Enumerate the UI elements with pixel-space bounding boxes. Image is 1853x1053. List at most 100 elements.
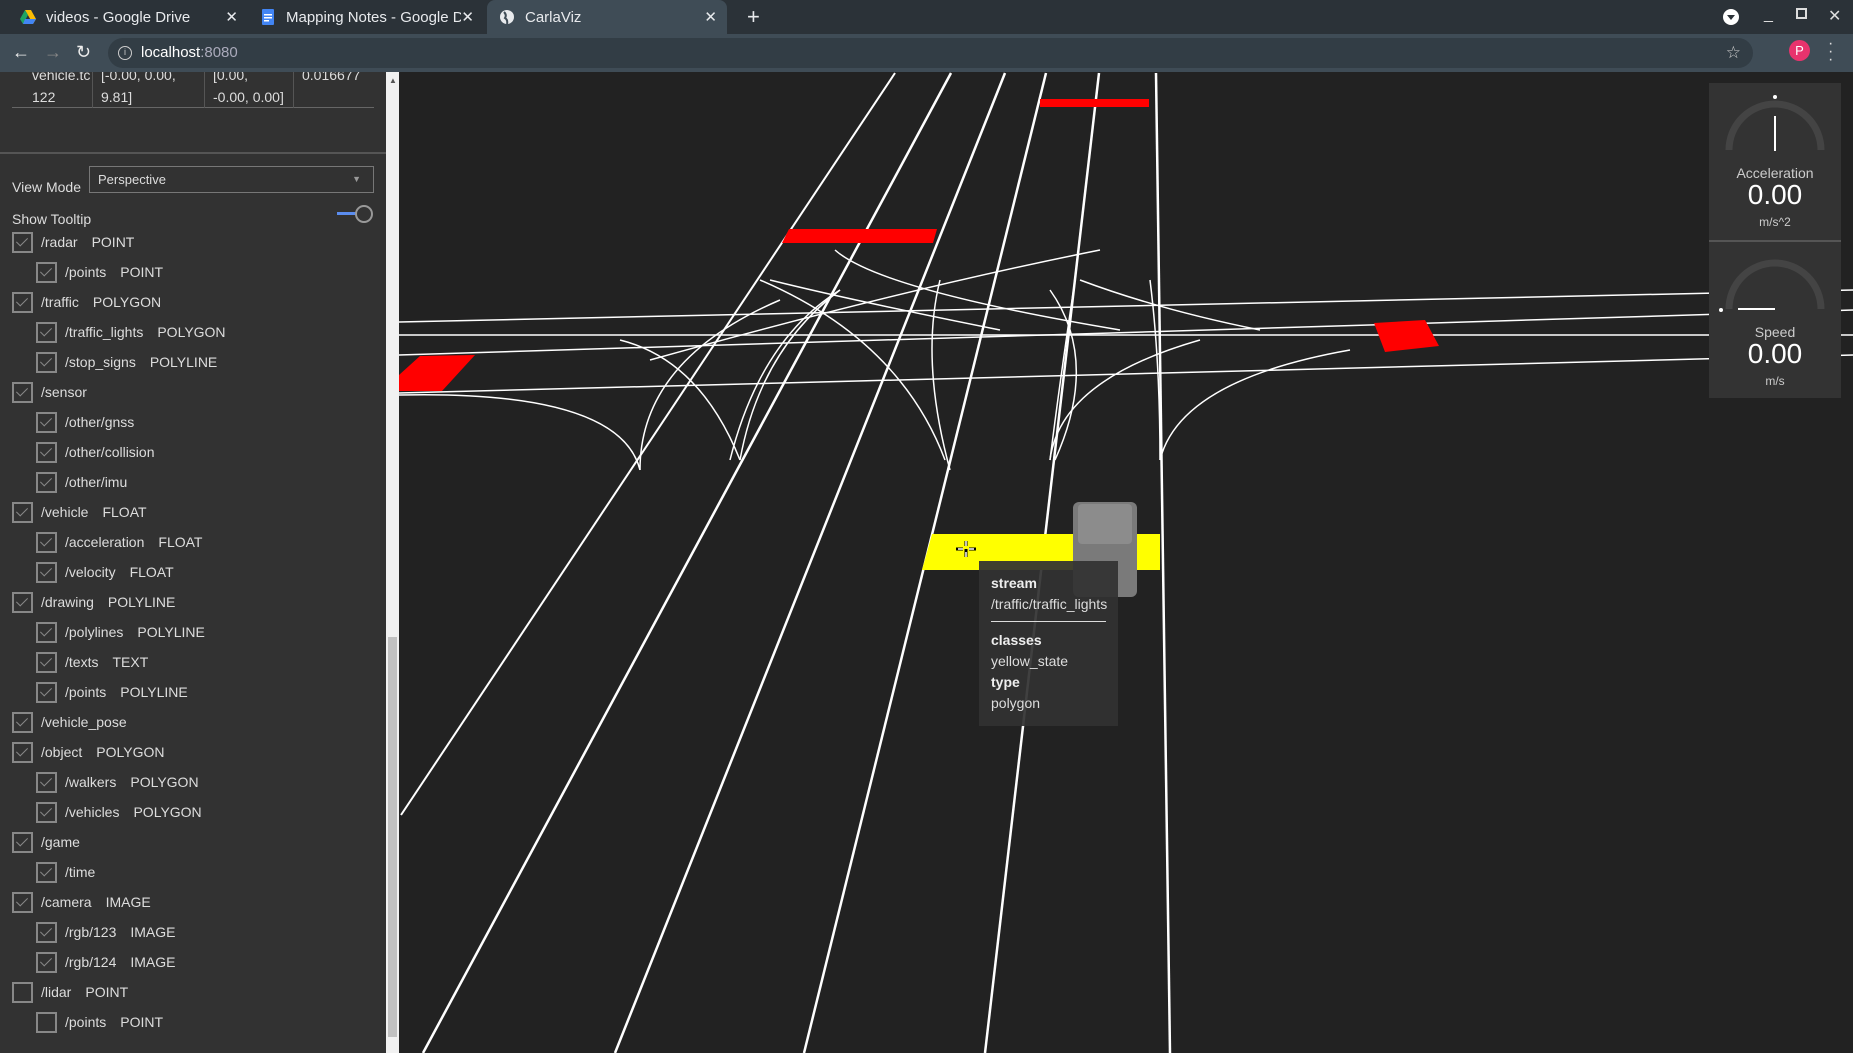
stream-checkbox[interactable]	[36, 561, 57, 583]
tooltip-key: classes	[991, 632, 1042, 648]
red-traffic-lights	[399, 99, 1439, 391]
stream-checkbox[interactable]	[36, 621, 57, 643]
stream-checkbox[interactable]	[36, 651, 57, 673]
stream-checkbox[interactable]	[36, 771, 57, 793]
minimize-button[interactable]: _	[1764, 6, 1773, 24]
stream-checkbox[interactable]	[36, 1011, 57, 1033]
chevron-down-icon: ▼	[352, 174, 361, 184]
stream-checkbox[interactable]	[36, 441, 57, 463]
stream-item[interactable]: /rgb/124 IMAGE	[36, 951, 176, 973]
sidebar-scrollbar[interactable]: ▲	[386, 72, 399, 1053]
stream-item[interactable]: /points POINT	[36, 1011, 163, 1033]
stream-item[interactable]: /vehicles POLYGON	[36, 801, 202, 823]
menu-kebab-icon[interactable]: · · ·	[1828, 36, 1833, 68]
stream-item[interactable]: /points POINT	[36, 261, 163, 283]
tab-mapping-notes[interactable]: Mapping Notes - Google D ✕	[248, 0, 484, 34]
stream-item[interactable]: /radar POINT	[12, 231, 134, 253]
stream-checkbox[interactable]	[12, 891, 33, 913]
stream-checkbox[interactable]	[12, 381, 33, 403]
stream-item[interactable]: /texts TEXT	[36, 651, 148, 673]
tab-carlaviz[interactable]: CarlaViz ✕	[487, 0, 727, 34]
stream-checkbox[interactable]	[36, 951, 57, 973]
stream-item[interactable]: /game	[12, 831, 94, 853]
tab-google-drive[interactable]: videos - Google Drive ✕	[8, 0, 248, 34]
stream-checkbox[interactable]	[36, 471, 57, 493]
stream-item[interactable]: /vehicle FLOAT	[12, 501, 147, 523]
restore-button[interactable]	[1796, 8, 1807, 19]
stream-checkbox[interactable]	[36, 681, 57, 703]
stream-checkbox[interactable]	[12, 591, 33, 613]
stream-item[interactable]: /other/imu	[36, 471, 141, 493]
road-map	[399, 72, 1853, 1053]
tooltip-value: /traffic/traffic_lights	[991, 596, 1108, 612]
table-cell: 0.016677	[293, 72, 374, 108]
stream-item[interactable]: /time	[36, 861, 109, 883]
show-tooltip-toggle[interactable]	[337, 205, 373, 223]
close-tab-icon[interactable]: ✕	[704, 8, 717, 26]
stream-item[interactable]: /other/collision	[36, 441, 169, 463]
stream-checkbox[interactable]	[36, 351, 57, 373]
stream-item[interactable]: /rgb/123 IMAGE	[36, 921, 176, 943]
divider	[991, 621, 1106, 622]
stream-name: /traffic_lights	[65, 324, 144, 340]
stream-name: /vehicle	[41, 504, 89, 520]
stream-item[interactable]: /polylines POLYLINE	[36, 621, 205, 643]
stream-checkbox[interactable]	[36, 531, 57, 553]
stream-item[interactable]: /drawing POLYLINE	[12, 591, 175, 613]
close-tab-icon[interactable]: ✕	[461, 8, 474, 26]
stream-item[interactable]: /points POLYLINE	[36, 681, 188, 703]
stream-checkbox[interactable]	[36, 321, 57, 343]
stream-checkbox[interactable]	[12, 231, 33, 253]
stream-checkbox[interactable]	[36, 921, 57, 943]
acceleration-dial	[1725, 95, 1825, 151]
stream-checkbox[interactable]	[12, 831, 33, 853]
url-input[interactable]: i localhost:8080 ☆	[108, 38, 1753, 68]
close-tab-icon[interactable]: ✕	[225, 8, 238, 26]
stream-type: POLYLINE	[137, 624, 205, 640]
stream-checkbox[interactable]	[36, 411, 57, 433]
stream-item[interactable]: /other/gnss	[36, 411, 148, 433]
profile-avatar[interactable]: P	[1789, 40, 1810, 61]
stream-item[interactable]: /traffic POLYGON	[12, 291, 161, 313]
speed-gauge: Speed 0.00 m/s	[1709, 242, 1841, 399]
stream-checkbox[interactable]	[36, 861, 57, 883]
stream-item[interactable]: /velocity FLOAT	[36, 561, 174, 583]
forward-icon[interactable]: →	[44, 42, 62, 63]
scrollbar-thumb[interactable]	[388, 637, 397, 1037]
stream-item[interactable]: /stop_signs POLYLINE	[36, 351, 217, 373]
google-docs-icon	[262, 9, 274, 25]
back-icon[interactable]: ←	[12, 42, 30, 63]
stream-type: TEXT	[112, 654, 149, 670]
stream-type: IMAGE	[105, 894, 151, 910]
stream-item[interactable]: /traffic_lights POLYGON	[36, 321, 226, 343]
stream-item[interactable]: /object POLYGON	[12, 741, 164, 763]
new-tab-button[interactable]: +	[735, 0, 772, 34]
stream-item[interactable]: /acceleration FLOAT	[36, 531, 202, 553]
scroll-up-icon[interactable]: ▲	[389, 76, 397, 85]
stream-item[interactable]: /sensor	[12, 381, 101, 403]
bookmark-star-icon[interactable]: ☆	[1726, 38, 1741, 68]
close-window-button[interactable]: ✕	[1828, 6, 1841, 26]
stream-checkbox[interactable]	[12, 291, 33, 313]
stream-item[interactable]: /lidar POINT	[12, 981, 128, 1003]
stream-checkbox[interactable]	[12, 711, 33, 733]
stream-checkbox[interactable]	[12, 981, 33, 1003]
stream-item[interactable]: /camera IMAGE	[12, 891, 151, 913]
map-viewport[interactable]	[399, 72, 1853, 1053]
reload-icon[interactable]: ↻	[76, 42, 91, 63]
stream-checkbox[interactable]	[36, 801, 57, 823]
stream-checkbox[interactable]	[12, 501, 33, 523]
stream-item[interactable]: /walkers POLYGON	[36, 771, 199, 793]
stream-checkbox[interactable]	[36, 261, 57, 283]
stream-type: POINT	[91, 234, 135, 250]
view-mode-select[interactable]: Perspective ▼	[89, 166, 374, 193]
stream-checkbox[interactable]	[12, 741, 33, 763]
stream-name: /points	[65, 684, 107, 700]
stream-item[interactable]: /vehicle_pose	[12, 711, 141, 733]
stream-name: /drawing	[41, 594, 94, 610]
stream-type: POINT	[120, 1014, 164, 1030]
stream-name: /other/gnss	[65, 414, 135, 430]
info-icon[interactable]: i	[118, 46, 132, 60]
tab-title: videos - Google Drive	[46, 8, 191, 26]
tab-search-icon[interactable]	[1723, 9, 1739, 25]
